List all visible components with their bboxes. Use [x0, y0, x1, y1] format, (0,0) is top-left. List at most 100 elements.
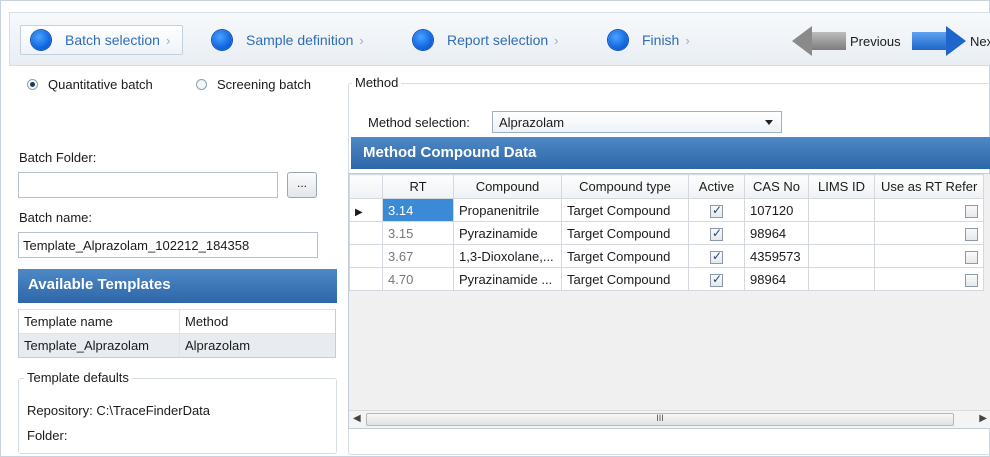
row-selector: ▶: [349, 198, 383, 222]
chevron-right-icon: ›: [685, 32, 690, 48]
step-indicator-icon: [31, 30, 51, 50]
template-defaults-legend: Template defaults: [24, 370, 132, 385]
radio-unselected-icon: [196, 79, 207, 90]
method-legend: Method: [352, 75, 402, 90]
rt-reference-checkbox[interactable]: [965, 204, 979, 218]
method-compound-data-header: Method Compound Data: [351, 137, 990, 169]
chevron-right-icon: ›: [165, 32, 171, 48]
table-row[interactable]: ▶ 3.14PropanenitrileTarget Compound 107120: [349, 198, 985, 222]
step-report-selection[interactable]: Report selection ›: [413, 25, 559, 55]
row-selector: [349, 244, 383, 268]
arrow-right-icon: [946, 26, 966, 56]
next-label: Next: [970, 33, 990, 49]
cas-no-cell[interactable]: 98964: [744, 221, 809, 245]
template-defaults-group: Template defaults Repository: C:\TraceFi…: [18, 370, 337, 454]
compound-type-cell[interactable]: Target Compound: [561, 267, 689, 291]
table-header-row: RT Compound Compound type Active CAS No …: [349, 174, 985, 199]
compound-cell[interactable]: Propanenitrile: [453, 198, 562, 222]
column-header-compound-type[interactable]: Compound type: [561, 174, 689, 199]
step-sample-definition[interactable]: Sample definition ›: [212, 25, 364, 55]
compound-type-cell[interactable]: Target Compound: [561, 244, 689, 268]
previous-button[interactable]: Previous: [792, 26, 901, 56]
active-cell: [688, 267, 745, 291]
app-window: Batch selection › Sample definition › Re…: [0, 0, 990, 457]
row-selector: [349, 267, 383, 291]
rt-reference-checkbox[interactable]: [965, 227, 979, 241]
lims-id-cell[interactable]: [808, 221, 875, 245]
templates-table: Template name Method Template_Alprazolam…: [18, 309, 336, 358]
rt-reference-cell: [873, 267, 985, 291]
scroll-thumb[interactable]: III: [366, 413, 954, 426]
template-method-cell: Alprazolam: [185, 338, 251, 353]
next-button[interactable]: Next: [912, 26, 990, 56]
rt-reference-cell: [873, 198, 985, 222]
column-header-lims-id[interactable]: LIMS ID: [808, 174, 875, 199]
scroll-right-icon[interactable]: ▶: [979, 413, 987, 424]
compound-table: RT Compound Compound type Active CAS No …: [349, 174, 985, 291]
active-cell: [688, 198, 745, 222]
template-name-cell: Template_Alprazolam: [19, 334, 180, 357]
step-batch-selection[interactable]: Batch selection ›: [20, 25, 184, 55]
method-selection-label: Method selection:: [368, 115, 470, 130]
arrow-left-icon: [792, 26, 812, 56]
lims-id-cell[interactable]: [808, 244, 875, 268]
active-checkbox[interactable]: [710, 203, 723, 218]
rt-reference-checkbox[interactable]: [965, 250, 979, 264]
column-header-method[interactable]: Method: [180, 314, 228, 329]
batch-folder-label: Batch Folder:: [19, 150, 97, 165]
rt-cell[interactable]: 3.67: [382, 244, 454, 268]
cas-no-cell[interactable]: 107120: [744, 198, 809, 222]
radio-label: Screening batch: [217, 77, 311, 92]
available-templates-header: Available Templates: [18, 269, 337, 303]
batch-name-label: Batch name:: [19, 210, 92, 225]
column-header-rt[interactable]: RT: [382, 174, 454, 199]
column-header-template-name[interactable]: Template name: [19, 310, 180, 333]
column-header-cas-no[interactable]: CAS No: [744, 174, 809, 199]
table-header-row: Template name Method: [19, 309, 335, 333]
active-checkbox[interactable]: [710, 226, 723, 241]
lims-id-cell[interactable]: [808, 267, 875, 291]
radio-screening-batch[interactable]: Screening batch: [196, 77, 311, 92]
compound-cell[interactable]: Pyrazinamide: [453, 221, 562, 245]
table-row[interactable]: 4.70Pyrazinamide ...Target Compound 98964: [349, 267, 985, 291]
compound-cell[interactable]: 1,3-Dioxolane,...: [453, 244, 562, 268]
scroll-left-icon[interactable]: ◀: [353, 413, 361, 424]
column-header-rt-reference[interactable]: Use as RT Refer: [873, 174, 985, 199]
lims-id-cell[interactable]: [808, 198, 875, 222]
horizontal-scrollbar[interactable]: ◀ III ▶: [349, 410, 990, 428]
active-checkbox[interactable]: [710, 249, 723, 264]
compound-type-cell[interactable]: Target Compound: [561, 221, 689, 245]
batch-name-input[interactable]: Template_Alprazolam_102212_184358: [18, 232, 318, 258]
compound-type-cell[interactable]: Target Compound: [561, 198, 689, 222]
step-indicator-icon: [608, 30, 628, 50]
column-header-compound[interactable]: Compound: [453, 174, 562, 199]
browse-button[interactable]: ...: [287, 172, 317, 198]
radio-quantitative-batch[interactable]: Quantitative batch: [27, 77, 153, 92]
active-checkbox[interactable]: [710, 272, 723, 287]
active-cell: [688, 221, 745, 245]
rt-cell[interactable]: 4.70: [382, 267, 454, 291]
rt-cell[interactable]: 3.14: [382, 198, 454, 222]
step-finish[interactable]: Finish ›: [608, 25, 690, 55]
method-selection-value: Alprazolam: [499, 115, 565, 130]
table-row[interactable]: 3.15PyrazinamideTarget Compound 98964: [349, 221, 985, 245]
chevron-down-icon: [765, 120, 773, 125]
table-row[interactable]: 3.671,3-Dioxolane,...Target Compound 4359…: [349, 244, 985, 268]
batch-folder-input[interactable]: [18, 172, 278, 198]
step-label: Batch selection: [65, 32, 160, 48]
cas-no-cell[interactable]: 4359573: [744, 244, 809, 268]
step-label: Sample definition: [246, 32, 354, 48]
step-label: Finish: [642, 32, 680, 48]
arrow-left-icon-body: [812, 32, 846, 50]
step-label: Report selection: [447, 32, 549, 48]
step-indicator-icon: [212, 30, 232, 50]
rt-reference-cell: [873, 221, 985, 245]
column-header-active[interactable]: Active: [688, 174, 745, 199]
repository-text: Repository: C:\TraceFinderData: [27, 403, 211, 418]
rt-cell[interactable]: 3.15: [382, 221, 454, 245]
method-selection-dropdown[interactable]: Alprazolam: [492, 111, 782, 133]
cas-no-cell[interactable]: 98964: [744, 267, 809, 291]
compound-cell[interactable]: Pyrazinamide ...: [453, 267, 562, 291]
table-row[interactable]: Template_Alprazolam Alprazolam: [19, 333, 335, 357]
rt-reference-checkbox[interactable]: [965, 273, 979, 287]
